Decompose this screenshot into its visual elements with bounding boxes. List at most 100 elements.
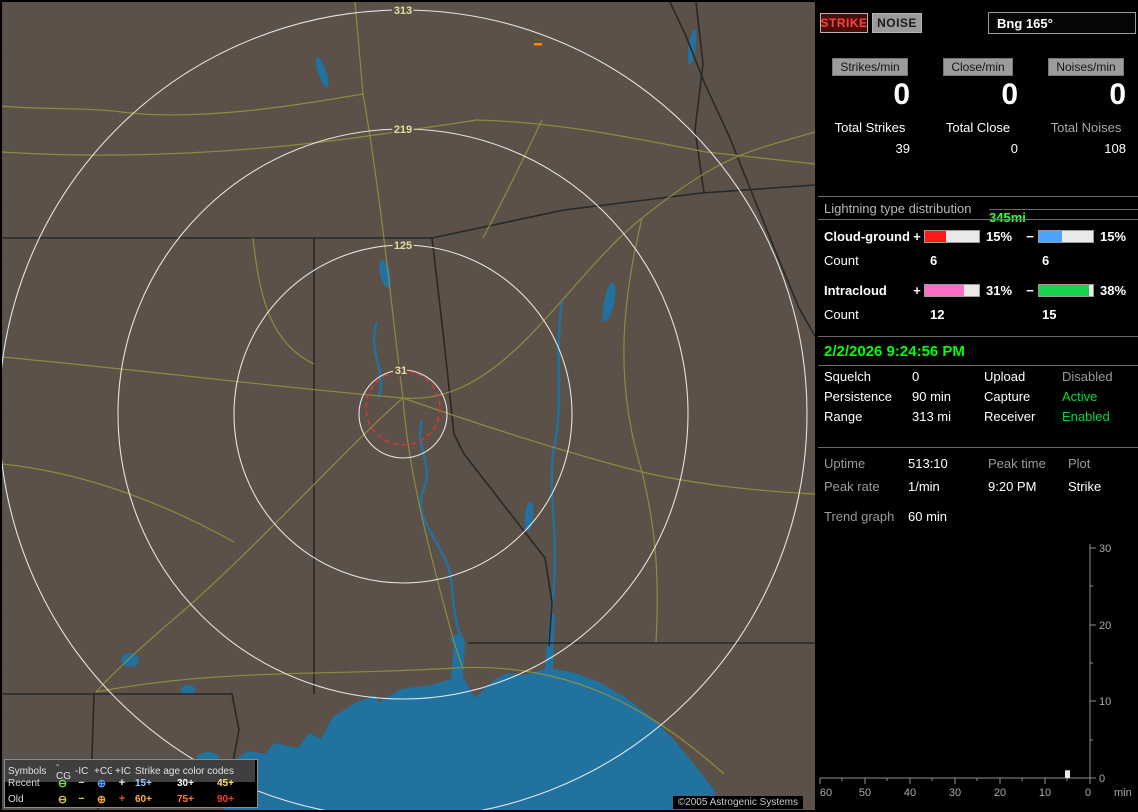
svg-text:20: 20 (1099, 620, 1111, 632)
cg-plus-gauge-fill (925, 230, 946, 242)
total-strikes-value: 39 (895, 141, 910, 156)
status-row: Squelch 0 Upload Disabled (818, 366, 1138, 386)
capture-value: Active (1062, 388, 1098, 404)
strike-symbol-old-ic (534, 43, 542, 46)
cloud-ground-row: Cloud-ground + 15% − 15% (818, 225, 1138, 247)
status-row: Range 313 mi Receiver Enabled (818, 406, 1138, 426)
ic-plus-gauge-fill (925, 284, 964, 296)
top-controls: STRIKE NOISE Bng 165° 345mi (818, 12, 1138, 225)
datetime-display: 2/2/2026 9:24:56 PM (818, 337, 1138, 366)
capture-label: Capture (984, 388, 1031, 404)
status-panel: 2/2/2026 9:24:56 PM Squelch 0 Upload Dis… (818, 336, 1138, 448)
neg-ic-old-icon: − (78, 793, 85, 805)
trend-graph-label: Trend graph (824, 509, 895, 524)
peak-time-value: 9:20 PM (988, 479, 1037, 494)
plus-sign: + (913, 282, 921, 298)
app-window: { "map": { "rings": [ {"label": "313"}, … (0, 0, 1138, 812)
svg-text:50: 50 (859, 787, 871, 799)
total-close-value: 0 (1010, 141, 1018, 156)
upload-value: Disabled (1062, 368, 1113, 384)
close-per-min-value: 0 (1001, 78, 1018, 111)
total-strikes-label: Total Strikes (834, 120, 906, 135)
pos-cg-recent-icon: ⊕ (96, 777, 107, 790)
info-row: Uptime 513:10 Peak time Plot (818, 452, 1138, 475)
uptime-value: 513:10 (908, 456, 948, 471)
rate-stats: Strikes/min 0 Total Strikes 39 Close/min… (818, 58, 1138, 176)
age-45: 45+ (217, 777, 234, 789)
info-row: Peak rate 1/min 9:20 PM Strike (818, 475, 1138, 498)
trend-chart: 30 20 10 0 60 50 40 30 20 10 0 min (818, 540, 1138, 804)
upload-label: Upload (984, 368, 1026, 384)
cloud-ground-label: Cloud-ground (824, 228, 910, 244)
neg-cg-recent-icon: ⊖ (57, 777, 68, 790)
sidebar: STRIKE NOISE Bng 165° 345mi Strikes/min … (818, 0, 1138, 812)
strikes-per-min-badge: Strikes/min (832, 58, 908, 76)
receiver-label: Receiver (984, 408, 1036, 424)
chart-y-labels: 30 20 10 0 (1099, 543, 1111, 785)
ic-minus-count: 15 (1042, 306, 1057, 322)
age-75: 75+ (177, 793, 194, 805)
svg-text:30: 30 (1099, 543, 1111, 555)
chart-axes (819, 544, 1096, 784)
ic-plus-count: 12 (930, 306, 945, 322)
noises-column: Noises/min 0 Total Noises 108 (1036, 58, 1136, 156)
svg-text:30: 30 (949, 787, 961, 799)
close-column: Close/min 0 Total Close 0 (928, 58, 1028, 156)
cg-minus-count: 6 (1042, 252, 1050, 268)
map-canvas[interactable]: 313 219 125 31 (2, 2, 815, 810)
cg-plus-pct: 15% (986, 228, 1013, 244)
total-noises-label: Total Noises (1050, 120, 1122, 135)
age-60: 60+ (135, 793, 152, 805)
neg-cg-old-icon: ⊖ (57, 793, 68, 806)
status-row: Persistence 90 min Capture Active (818, 386, 1138, 406)
count-label: Count (824, 306, 859, 322)
svg-text:10: 10 (1099, 696, 1111, 708)
age-30: 30+ (177, 777, 194, 789)
strike-button[interactable]: STRIKE (820, 13, 868, 33)
total-close-label: Total Close (945, 120, 1011, 135)
legend-header-row: Symbols -CG -IC +CG +IC Strike age color… (5, 760, 257, 782)
ic-minus-gauge (1038, 283, 1094, 297)
info-panel: Uptime 513:10 Peak time Plot Peak rate 1… (818, 452, 1138, 528)
symbol-legend: Symbols -CG -IC +CG +IC Strike age color… (4, 759, 258, 808)
legend-row-label: Old (8, 793, 24, 805)
pos-ic-old-icon: + (118, 793, 126, 805)
range-ring-label-313: 313 (394, 5, 412, 17)
ic-minus-gauge-fill (1039, 284, 1089, 296)
receiver-value: Enabled (1062, 408, 1110, 424)
squelch-label: Squelch (824, 368, 871, 384)
svg-text:20: 20 (994, 787, 1006, 799)
noise-button[interactable]: NOISE (872, 13, 922, 33)
legend-row-label: Recent (8, 777, 40, 789)
plot-label: Plot (1068, 456, 1091, 471)
persistence-label: Persistence (824, 388, 892, 404)
uptime-label: Uptime (824, 456, 866, 471)
noises-per-min-badge: Noises/min (1048, 58, 1124, 76)
cg-minus-pct: 15% (1100, 228, 1127, 244)
squelch-value: 0 (912, 368, 920, 384)
age-15: 15+ (135, 777, 152, 789)
plot-value: Strike (1068, 479, 1102, 494)
cg-minus-gauge-fill (1039, 230, 1062, 242)
intracloud-row: Intracloud + 31% − 38% (818, 279, 1138, 301)
ic-plus-gauge (924, 283, 980, 297)
info-row: Trend graph 60 min (818, 505, 1138, 528)
range-ring-label-125: 125 (394, 240, 412, 252)
chart-x-unit: min (1114, 787, 1132, 799)
trend-graph-value: 60 min (908, 509, 948, 524)
bearing-display: Bng 165° 345mi (988, 12, 1138, 225)
ic-plus-pct: 31% (986, 282, 1013, 298)
peak-rate-label: Peak rate (824, 479, 880, 494)
svg-text:10: 10 (1039, 787, 1051, 799)
svg-text:60: 60 (820, 787, 832, 799)
neg-ic-recent-icon: − (78, 777, 85, 789)
minus-sign: − (1026, 228, 1034, 244)
intracloud-label: Intracloud (824, 282, 887, 298)
age-90: 90+ (217, 793, 234, 805)
svg-text:0: 0 (1085, 787, 1091, 799)
persistence-value: 90 min (912, 388, 952, 404)
range-label: Range (824, 408, 863, 424)
map-panel[interactable]: 313 219 125 31 Symbols -CG -IC +CG +IC S… (2, 2, 815, 810)
svg-text:0: 0 (1099, 773, 1105, 785)
cloud-ground-count-row: Count 6 6 (818, 249, 1138, 271)
